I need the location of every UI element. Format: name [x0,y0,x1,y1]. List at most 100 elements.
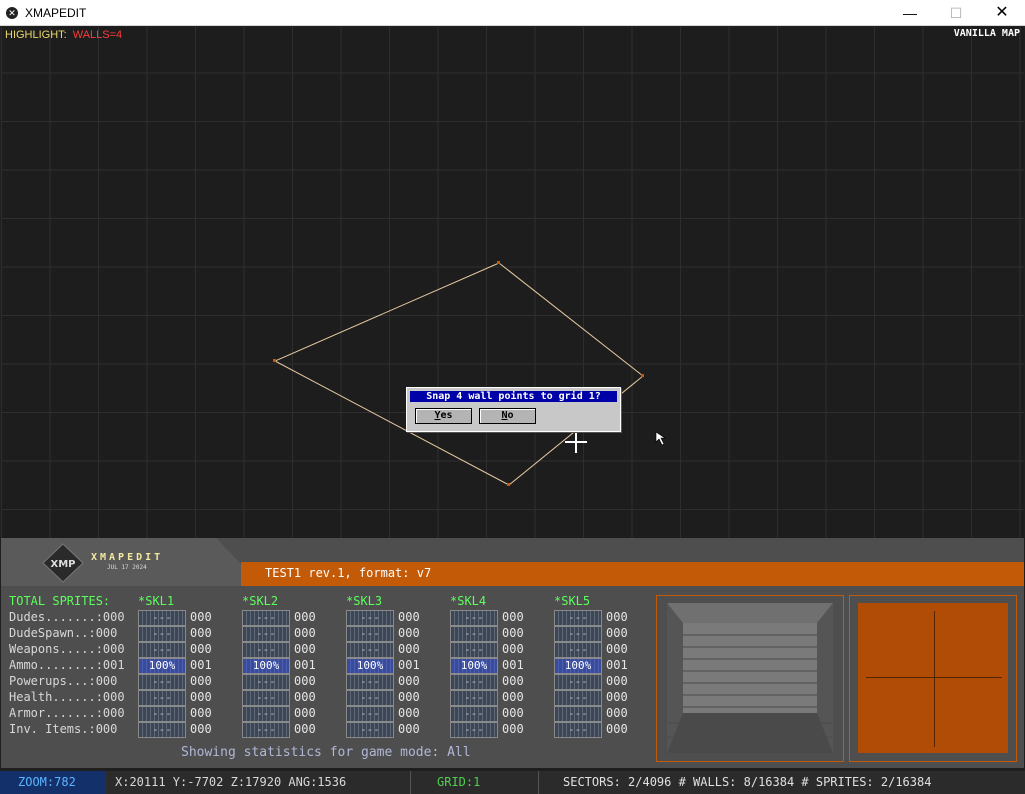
mouse-arrow-icon [655,431,666,446]
stat-row-label: Inv. Items.:000 [9,722,118,736]
crosshair-cursor-icon [565,431,587,453]
no-button[interactable]: No [479,408,536,424]
stat-bar-cell: --- [450,626,498,642]
stat-value: 000 [502,722,524,736]
stat-bar-cell: 100% [450,658,498,674]
xmp-logo-icon: XMP [42,543,84,583]
stat-value: 001 [294,658,316,672]
vertex[interactable] [273,359,276,362]
stat-row-label: Armor.......:000 [9,706,125,720]
yes-button[interactable]: Yes [415,408,472,424]
stat-bar-cell: --- [242,674,290,690]
preview-crosshair-v [934,611,935,747]
stat-value: 000 [190,626,212,640]
map-view[interactable]: HIGHLIGHT: WALLS=4 VANILLA MAP Snap 4 wal… [1,27,1024,561]
stat-value: 000 [606,626,628,640]
stat-value: 000 [294,690,316,704]
stat-bar-cell: --- [242,722,290,738]
stat-bar-cell: --- [450,690,498,706]
stat-value: 000 [398,690,420,704]
stat-value: 000 [502,610,524,624]
status-separator [538,771,539,794]
stat-value: 000 [502,690,524,704]
stat-value: 000 [606,610,628,624]
stat-bar-cell: --- [554,690,602,706]
status-bar: ZOOM:782 X:20111 Y:-7702 Z:17920 ANG:153… [0,771,1025,794]
stat-bar-cell: --- [554,706,602,722]
stat-value: 000 [398,674,420,688]
stat-value: 000 [294,642,316,656]
stat-value: 000 [398,706,420,720]
stat-row-label: Dudes.......:000 [9,610,125,624]
stat-bar-cell: --- [554,674,602,690]
sprite-preview [849,595,1017,762]
logo-date: JUL 17 2024 [107,564,147,571]
skill-header: *SKL2 [242,594,279,608]
logo-text: XMAPEDIT [91,552,164,563]
stat-value: 001 [606,658,628,672]
total-sprites-label: TOTAL SPRITES: [9,594,111,608]
stat-bar-cell: --- [554,626,602,642]
object-counts: SECTORS: 2/4096 # WALLS: 8/16384 # SPRIT… [563,775,932,789]
stat-bar-cell: --- [346,722,394,738]
stat-bar-cell: --- [138,626,186,642]
minimize-icon[interactable]: — [887,0,933,26]
no-label: o [507,410,514,421]
stat-value: 001 [502,658,524,672]
close-icon[interactable]: ✕ [979,0,1025,26]
stat-bar-cell: 100% [242,658,290,674]
sprite-preview-fill [858,603,1008,753]
stat-bar-cell: --- [242,626,290,642]
snap-confirm-dialog: Snap 4 wall points to grid 1? Yes No [406,387,621,432]
stat-bar-cell: --- [138,706,186,722]
stat-bar-cell: --- [138,690,186,706]
stat-bar-cell: --- [242,690,290,706]
yes-label: es [440,410,453,421]
stat-value: 000 [398,722,420,736]
stat-value: 000 [502,674,524,688]
stat-bar-cell: --- [242,610,290,626]
stat-bar-cell: --- [450,642,498,658]
stat-value: 000 [606,642,628,656]
stat-value: 000 [190,610,212,624]
info-panel: XMP XMAPEDIT JUL 17 2024 TEST1 rev.1, fo… [1,538,1024,768]
texture-preview [656,595,844,762]
stat-value: 000 [606,706,628,720]
highlighted-sector[interactable] [273,262,644,486]
stat-bar-cell: --- [450,674,498,690]
title-bar: ✕ XMAPEDIT — ☐ ✕ [0,0,1025,26]
map-info-title: TEST1 rev.1, format: v7 [265,566,432,580]
stat-bar-cell: 100% [554,658,602,674]
stat-bar-cell: --- [242,706,290,722]
stat-value: 000 [294,610,316,624]
stat-bar-cell: --- [450,706,498,722]
stat-value: 000 [190,642,212,656]
brick-texture-image [667,603,833,753]
stat-value: 000 [606,690,628,704]
status-separator [410,771,411,794]
logo-badge: XMP [51,559,76,570]
vertex[interactable] [507,483,510,486]
dialog-title: Snap 4 wall points to grid 1? [410,391,617,402]
stat-value: 000 [398,626,420,640]
stat-bar-cell: --- [346,690,394,706]
stat-bar-cell: --- [138,722,186,738]
maximize-icon[interactable]: ☐ [933,0,979,26]
map-canvas[interactable] [1,27,1024,561]
stat-value: 000 [294,722,316,736]
stat-value: 000 [190,722,212,736]
stat-bar-cell: --- [138,610,186,626]
vertex[interactable] [641,374,644,377]
stat-value: 000 [502,706,524,720]
stat-value: 001 [398,658,420,672]
stat-bar-cell: --- [242,642,290,658]
vertex[interactable] [497,261,500,264]
stat-value: 000 [190,674,212,688]
stat-value: 000 [502,626,524,640]
stat-bar-cell: 100% [138,658,186,674]
stat-bar-cell: --- [554,722,602,738]
skill-header: *SKL4 [450,594,487,608]
skill-header: *SKL1 [138,594,175,608]
stat-row-label: DudeSpawn..:000 [9,626,118,640]
stat-bar-cell: 100% [346,658,394,674]
